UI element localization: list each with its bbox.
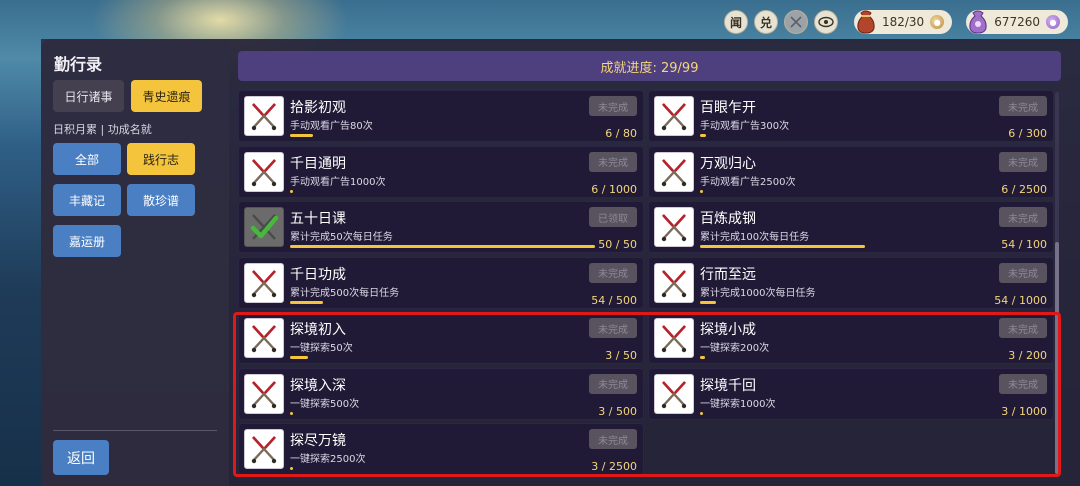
eye-icon [818, 16, 834, 28]
achievement-description: 累计完成100次每日任务 [700, 232, 810, 243]
achievement-count: 54 / 1000 [994, 293, 1047, 307]
achievement-name: 五十日课 [290, 211, 346, 227]
achievement-progress-track [290, 134, 595, 137]
achievement-name: 百眼乍开 [700, 100, 756, 116]
achievement-card[interactable]: 万观归心手动观看广告2500次 未完成 6 / 2500 [648, 145, 1054, 198]
achievement-name: 行而至远 [700, 266, 756, 283]
currency-value: 677260 [994, 15, 1040, 29]
achievement-description: 累计完成50次每日任务 [290, 232, 393, 243]
category-collection-button[interactable]: 丰藏记 [53, 184, 121, 216]
achievement-count: 54 / 100 [1001, 238, 1047, 251]
achievement-card[interactable]: 千目通明手动观看广告1000次 未完成 6 / 1000 [238, 145, 644, 198]
achievement-name: 拾影初观 [290, 100, 346, 116]
achievement-name: 千日功成 [290, 266, 346, 283]
achievement-status-button[interactable]: 未完成 [999, 262, 1047, 283]
achievement-count: 54 / 500 [591, 293, 637, 307]
achievement-description: 累计完成1000次每日任务 [700, 287, 816, 299]
top-resource-bar: 闻 兑 182/30 ● 677260 ● [723, 8, 1068, 36]
crossed-brushes-icon [654, 207, 694, 247]
tab-daily-tasks[interactable]: 日行诸事 [53, 80, 124, 112]
achievement-progress-fill [700, 189, 704, 193]
sidebar-subheading: 日积月累 | 功成名就 [53, 123, 152, 136]
exchange-button[interactable]: 兑 [753, 10, 778, 34]
category-fortune-button[interactable]: 嘉运册 [53, 225, 121, 257]
achievement-description: 手动观看广告1000次 [290, 176, 386, 188]
achievement-card[interactable]: 行而至远累计完成1000次每日任务 未完成 54 / 1000 [648, 256, 1054, 309]
crossed-brushes-icon [244, 96, 284, 136]
achievement-description: 手动观看广告2500次 [700, 176, 796, 188]
category-practice-button[interactable]: 践行志 [127, 143, 195, 175]
achievement-progress-fill [290, 189, 294, 193]
gem-pouch-icon [962, 4, 994, 38]
currency-counter: 677260 ● [966, 10, 1068, 34]
achievement-status-button[interactable]: 未完成 [589, 262, 637, 283]
crossed-brushes-icon [244, 262, 284, 303]
achievement-status-button[interactable]: 未完成 [589, 96, 637, 116]
achievement-progress-track [700, 245, 1005, 248]
achievement-progress-track [700, 300, 1005, 304]
achievement-status-button[interactable]: 未完成 [589, 151, 637, 172]
crossed-swords-button[interactable] [783, 10, 808, 34]
achievement-description: 累计完成500次每日任务 [290, 287, 400, 299]
achievement-status-button[interactable]: 已领取 [589, 207, 637, 227]
achievement-progress-fill [700, 134, 707, 137]
category-treasure-button[interactable]: 散珍谱 [127, 184, 195, 216]
achievement-progress-track [700, 134, 1005, 137]
achievement-progress-fill [290, 245, 595, 248]
stamina-add-icon[interactable]: ● [930, 15, 945, 29]
achievement-count: 50 / 50 [598, 238, 637, 251]
highlight-box [233, 312, 1061, 477]
achievement-count: 6 / 80 [605, 127, 637, 140]
crossed-brushes-icon [654, 262, 694, 303]
achievement-card[interactable]: 百眼乍开手动观看广告300次 未完成 6 / 300 [648, 90, 1054, 142]
money-bag-icon [850, 4, 882, 38]
achievement-progress-track [290, 300, 595, 304]
panel-title: 勤行录 [54, 55, 103, 74]
achievement-progress-fill [290, 134, 313, 137]
crossed-swords-icon [790, 16, 802, 28]
news-button[interactable]: 闻 [723, 10, 748, 34]
achievement-count: 6 / 300 [1008, 127, 1047, 140]
achievement-card[interactable]: 五十日课累计完成50次每日任务 已领取 50 / 50 [238, 201, 644, 253]
back-button[interactable]: 返回 [53, 440, 109, 475]
achievement-progress-track [290, 189, 595, 193]
category-all-button[interactable]: 全部 [53, 143, 121, 175]
achievement-progress-fill [700, 300, 717, 304]
achievement-description: 手动观看广告80次 [290, 121, 373, 132]
achievement-progress-fill [700, 245, 865, 248]
achievement-progress-header: 成就进度: 29/99 [238, 51, 1061, 81]
achievement-name: 万观归心 [700, 155, 756, 172]
achievement-name: 千目通明 [290, 155, 346, 172]
achievement-description: 手动观看广告300次 [700, 121, 790, 132]
achievement-progress-track [290, 245, 595, 248]
stamina-counter: 182/30 ● [853, 10, 953, 34]
achievement-status-button[interactable]: 未完成 [999, 151, 1047, 172]
achievement-progress-track [700, 189, 1005, 193]
currency-add-icon[interactable]: ● [1046, 15, 1060, 29]
crossed-brushes-icon [654, 96, 694, 136]
achievement-card[interactable]: 千日功成累计完成500次每日任务 未完成 54 / 500 [238, 256, 644, 309]
sidebar: 勤行录 日行诸事 青史遗痕 日积月累 | 功成名就 全部 践行志 丰藏记 散珍谱… [41, 39, 229, 486]
tab-history-traces[interactable]: 青史遗痕 [131, 80, 202, 112]
achievement-progress-fill [290, 300, 323, 304]
eye-button[interactable] [813, 10, 838, 34]
achievement-name: 百炼成钢 [700, 211, 756, 227]
crossed-brushes-icon [244, 151, 284, 192]
achievement-count: 6 / 1000 [591, 182, 637, 196]
stamina-value: 182/30 [881, 15, 925, 29]
achievement-count: 6 / 2500 [1001, 182, 1047, 196]
crossed-brushes-icon [654, 151, 694, 192]
achievement-status-button[interactable]: 未完成 [999, 207, 1047, 227]
achievement-card[interactable]: 百炼成钢累计完成100次每日任务 未完成 54 / 100 [648, 201, 1054, 253]
achievement-card[interactable]: 拾影初观手动观看广告80次 未完成 6 / 80 [238, 90, 644, 142]
sidebar-divider [53, 430, 217, 431]
achievement-status-button[interactable]: 未完成 [999, 96, 1047, 116]
achievement-progress-text: 成就进度: 29/99 [600, 60, 699, 76]
completed-check-icon [244, 207, 284, 247]
